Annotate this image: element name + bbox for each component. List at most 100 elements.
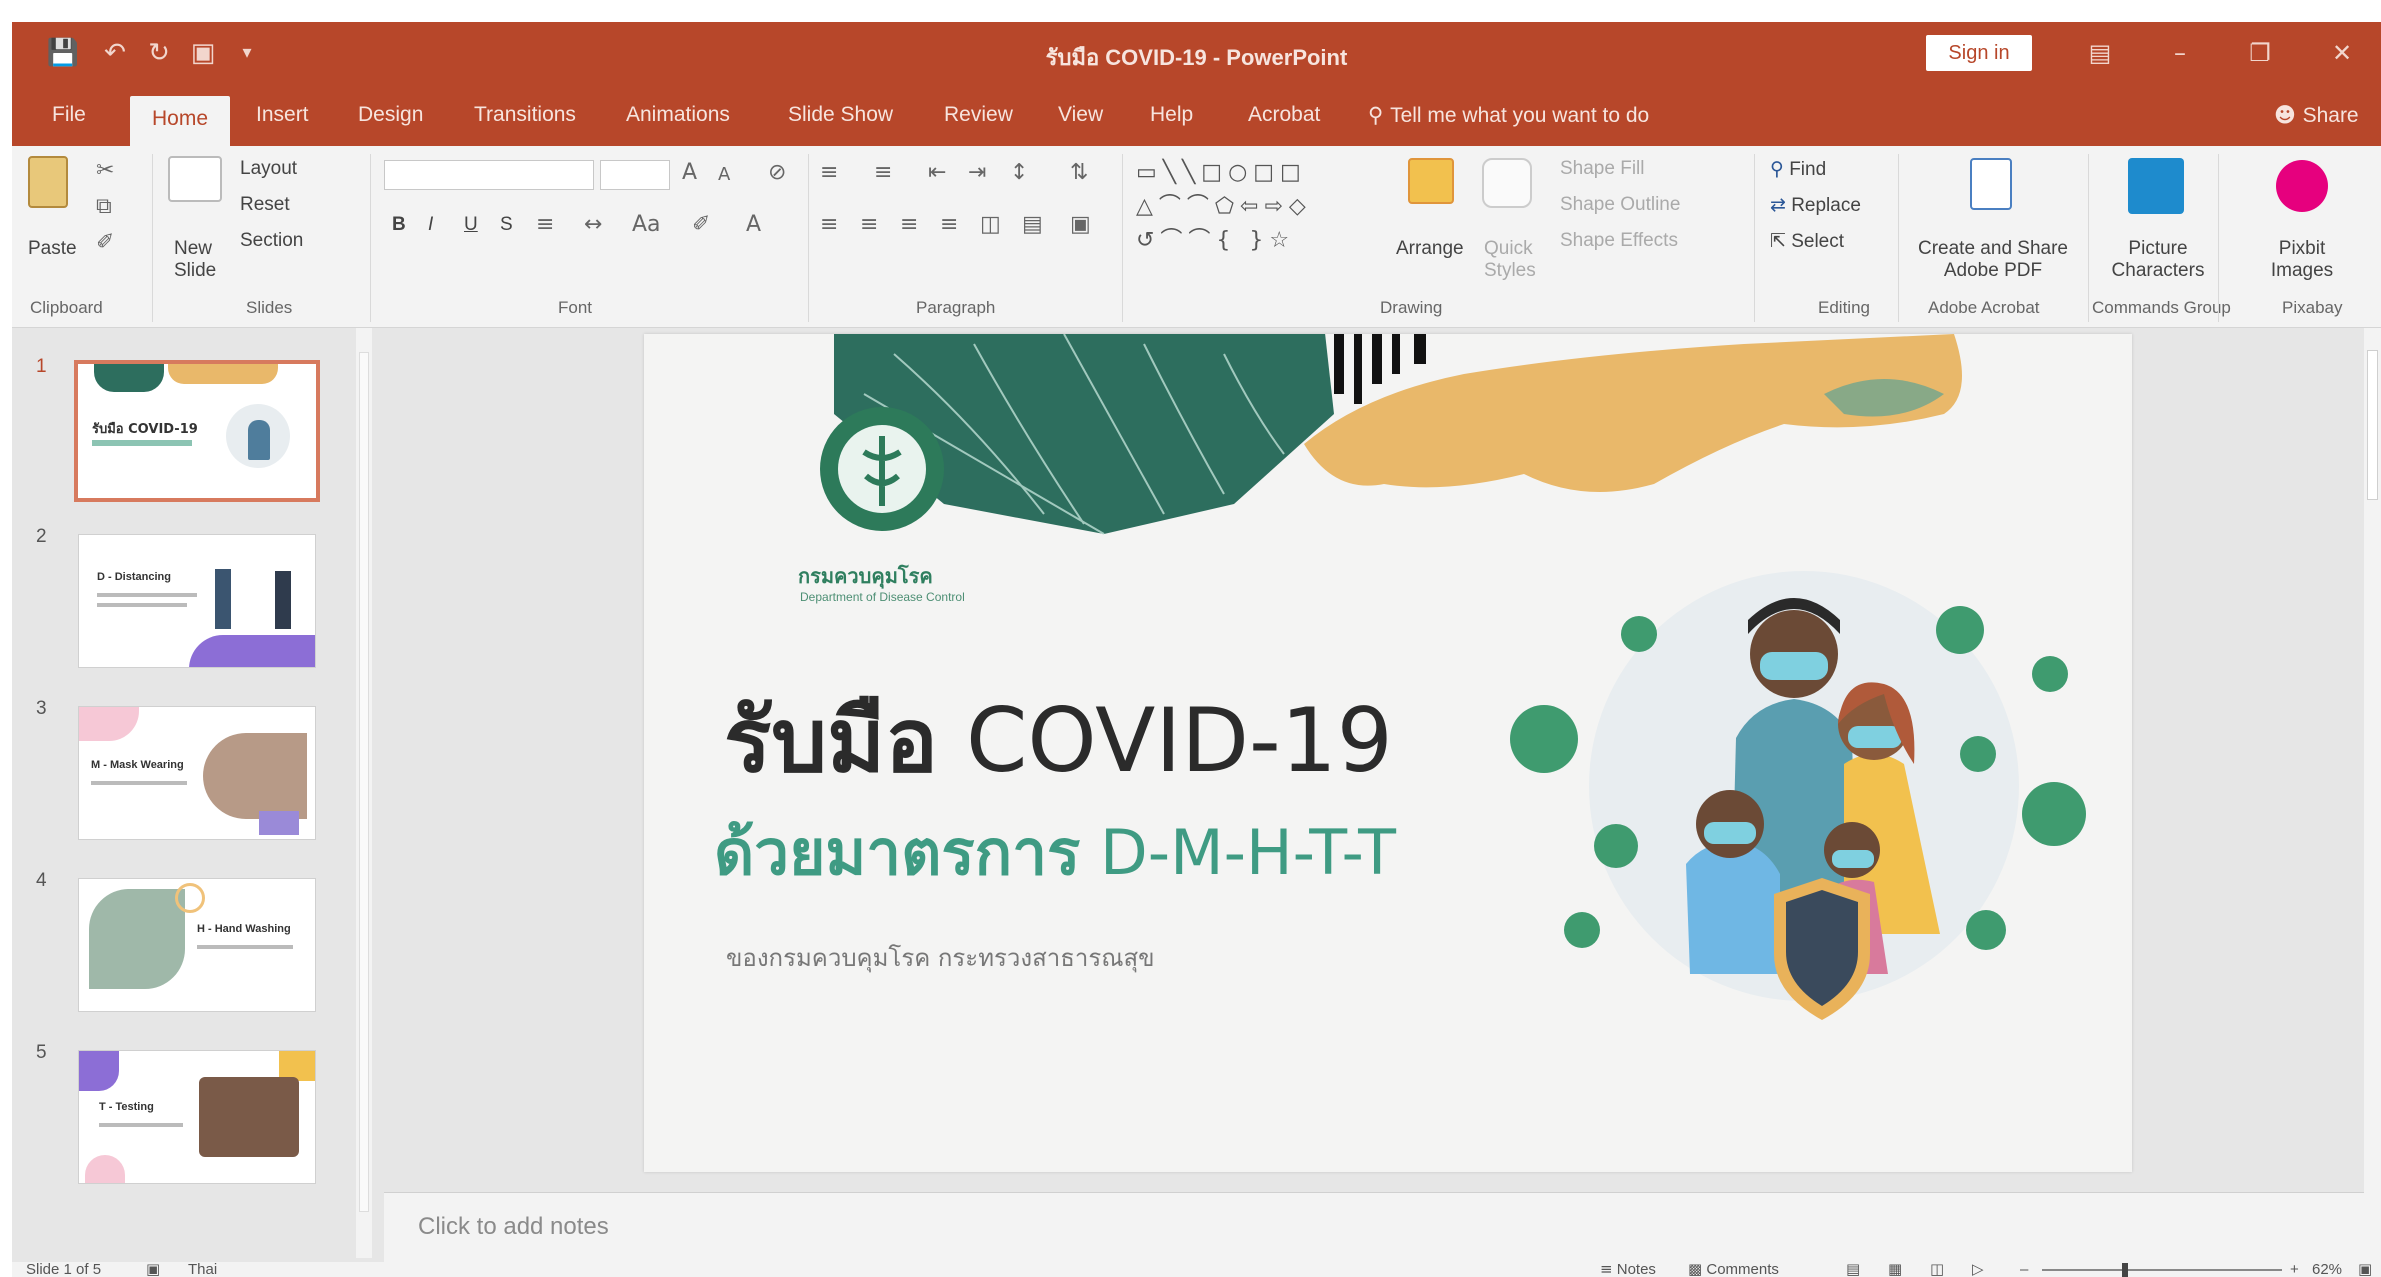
line-spacing-icon[interactable]: ↕ (1010, 160, 1028, 185)
cut-icon[interactable]: ✂ (96, 158, 114, 183)
tab-insert[interactable]: Insert (256, 100, 309, 130)
italic-button[interactable]: I (428, 214, 433, 236)
tab-home[interactable]: Home (130, 96, 231, 146)
language-indicator[interactable]: Thai (188, 1262, 217, 1277)
notes-pane[interactable]: Click to add notes (384, 1192, 2364, 1262)
close-icon[interactable]: ✕ (2322, 36, 2362, 70)
arrange-icon[interactable] (1408, 158, 1454, 204)
restore-icon[interactable]: ❐ (2240, 36, 2280, 70)
format-painter-icon[interactable]: ✐ (96, 230, 114, 255)
spelling-icon[interactable]: ▣ (146, 1262, 160, 1277)
comments-toggle[interactable]: ▩ Comments (1688, 1262, 1779, 1277)
tab-view[interactable]: View (1058, 100, 1103, 130)
slide-subtitle[interactable]: ด้วยมาตรการ D-M-H-T-T (714, 804, 1396, 902)
copy-icon[interactable]: ⧉ (96, 194, 112, 219)
slide-vertical-scrollbar[interactable] (2364, 328, 2381, 1262)
tab-animations[interactable]: Animations (626, 100, 730, 130)
slide-caption[interactable]: ของกรมควบคุมโรค กระทรวงสาธารณสุข (726, 938, 1155, 977)
justify-icon[interactable]: ≡ (940, 212, 958, 237)
align-text-icon[interactable]: ▤ (1022, 212, 1043, 237)
thumbnails-scrollbar[interactable] (356, 328, 372, 1258)
slide-title[interactable]: รับมือ COVID-19 (724, 670, 1393, 810)
tab-review[interactable]: Review (944, 100, 1013, 130)
section-button[interactable]: Section (240, 230, 303, 252)
decrease-indent-icon[interactable]: ⇤ (928, 160, 946, 185)
slide-thumbnail-5[interactable]: T - Testing (78, 1050, 316, 1184)
pixabay-images-button[interactable]: Pixbit Images (2262, 238, 2342, 282)
reset-button[interactable]: Reset (240, 194, 290, 216)
slide-thumbnail-2[interactable]: D - Distancing (78, 534, 316, 668)
fit-to-window-icon[interactable]: ▣ (2358, 1262, 2372, 1277)
change-case-icon[interactable]: Aa (632, 212, 661, 237)
smartart-icon[interactable]: ▣ (1070, 212, 1091, 237)
increase-indent-icon[interactable]: ⇥ (968, 160, 986, 185)
tab-file[interactable]: File (52, 100, 86, 130)
replace-button[interactable]: ⇄ Replace (1770, 194, 1861, 217)
reading-view-icon[interactable]: ◫ (1930, 1262, 1944, 1277)
notes-toggle[interactable]: ≡ Notes (1600, 1262, 1656, 1277)
character-spacing-icon[interactable]: ↔ (584, 212, 602, 237)
numbering-icon[interactable]: ≡ (874, 160, 892, 185)
font-color-icon[interactable]: A (746, 212, 761, 237)
arrange-button[interactable]: Arrange (1396, 238, 1464, 260)
bullets-icon[interactable]: ≡ (820, 160, 838, 185)
sign-in-button[interactable]: Sign in (1926, 35, 2032, 71)
clear-formatting-icon[interactable]: ⊘ (768, 160, 786, 185)
create-pdf-icon[interactable] (1970, 158, 2012, 210)
scrollbar-thumb[interactable] (359, 352, 369, 1212)
quick-styles-button[interactable]: Quick Styles (1484, 238, 1540, 282)
tell-me-search[interactable]: ⚲ Tell me what you want to do (1368, 100, 1649, 131)
layout-button[interactable]: Layout (240, 158, 297, 180)
tab-design[interactable]: Design (358, 100, 423, 130)
find-button[interactable]: ⚲ Find (1770, 158, 1826, 181)
picture-characters-icon[interactable] (2128, 158, 2184, 214)
align-left-icon[interactable]: ≡ (820, 212, 838, 237)
shape-fill-button[interactable]: Shape Fill (1560, 158, 1645, 180)
normal-view-icon[interactable]: ▤ (1846, 1262, 1860, 1277)
shape-outline-button[interactable]: Shape Outline (1560, 194, 1680, 216)
share-button[interactable]: ☻ Share (2274, 100, 2359, 131)
paste-button[interactable]: Paste (28, 238, 77, 260)
font-size-select[interactable] (600, 160, 670, 190)
zoom-out-button[interactable]: – (2020, 1262, 2028, 1277)
font-name-select[interactable] (384, 160, 594, 190)
highlight-icon[interactable]: ✐ (692, 212, 710, 237)
strikethrough-icon[interactable]: ≡ (536, 212, 554, 237)
zoom-level[interactable]: 62% (2312, 1262, 2342, 1277)
tab-acrobat[interactable]: Acrobat (1248, 100, 1320, 130)
tab-transitions[interactable]: Transitions (474, 100, 576, 130)
shadow-button[interactable]: S (500, 214, 513, 236)
select-button[interactable]: ⇱ Select (1770, 230, 1844, 253)
increase-font-icon[interactable]: A (682, 160, 697, 185)
new-slide-icon[interactable] (168, 156, 222, 202)
slide-thumbnail-4[interactable]: H - Hand Washing (78, 878, 316, 1012)
quick-styles-icon[interactable] (1482, 158, 1532, 208)
pixabay-icon[interactable] (2276, 160, 2328, 212)
shape-effects-button[interactable]: Shape Effects (1560, 230, 1678, 252)
picture-characters-button[interactable]: Picture Characters (2108, 238, 2208, 282)
paste-icon[interactable] (28, 156, 68, 208)
decrease-font-icon[interactable]: A (718, 164, 730, 185)
tab-slide-show[interactable]: Slide Show (788, 100, 893, 130)
underline-button[interactable]: U (464, 214, 478, 236)
create-share-pdf-button[interactable]: Create and Share Adobe PDF (1910, 238, 2076, 282)
columns-icon[interactable]: ◫ (980, 212, 1001, 237)
zoom-in-button[interactable]: + (2290, 1262, 2299, 1277)
tab-help[interactable]: Help (1150, 100, 1193, 130)
ribbon-display-options-icon[interactable]: ▤ (2080, 36, 2120, 70)
slide-sorter-icon[interactable]: ▦ (1888, 1262, 1902, 1277)
slideshow-icon[interactable]: ▷ (1972, 1262, 1984, 1277)
align-right-icon[interactable]: ≡ (900, 212, 918, 237)
slide-thumbnail-3[interactable]: M - Mask Wearing (78, 706, 316, 840)
zoom-slider-thumb[interactable] (2122, 1263, 2128, 1277)
new-slide-button[interactable]: New Slide (174, 238, 234, 282)
text-direction-icon[interactable]: ⇅ (1070, 160, 1088, 185)
slide-thumbnail-1[interactable]: รับมือ COVID-19 (74, 360, 320, 502)
zoom-slider[interactable] (2042, 1263, 2282, 1277)
shapes-gallery[interactable]: ▭╲╲□○□□ △⌒⌒⬠⇦⇨◇ ↺⌒⌒{ }☆ (1136, 156, 1380, 276)
align-center-icon[interactable]: ≡ (860, 212, 878, 237)
minimize-icon[interactable]: – (2160, 36, 2200, 70)
scrollbar-thumb[interactable] (2367, 350, 2378, 500)
slide-canvas[interactable]: กรมควบคุมโรค Department of Disease Contr… (644, 334, 2132, 1172)
bold-button[interactable]: B (392, 214, 406, 236)
